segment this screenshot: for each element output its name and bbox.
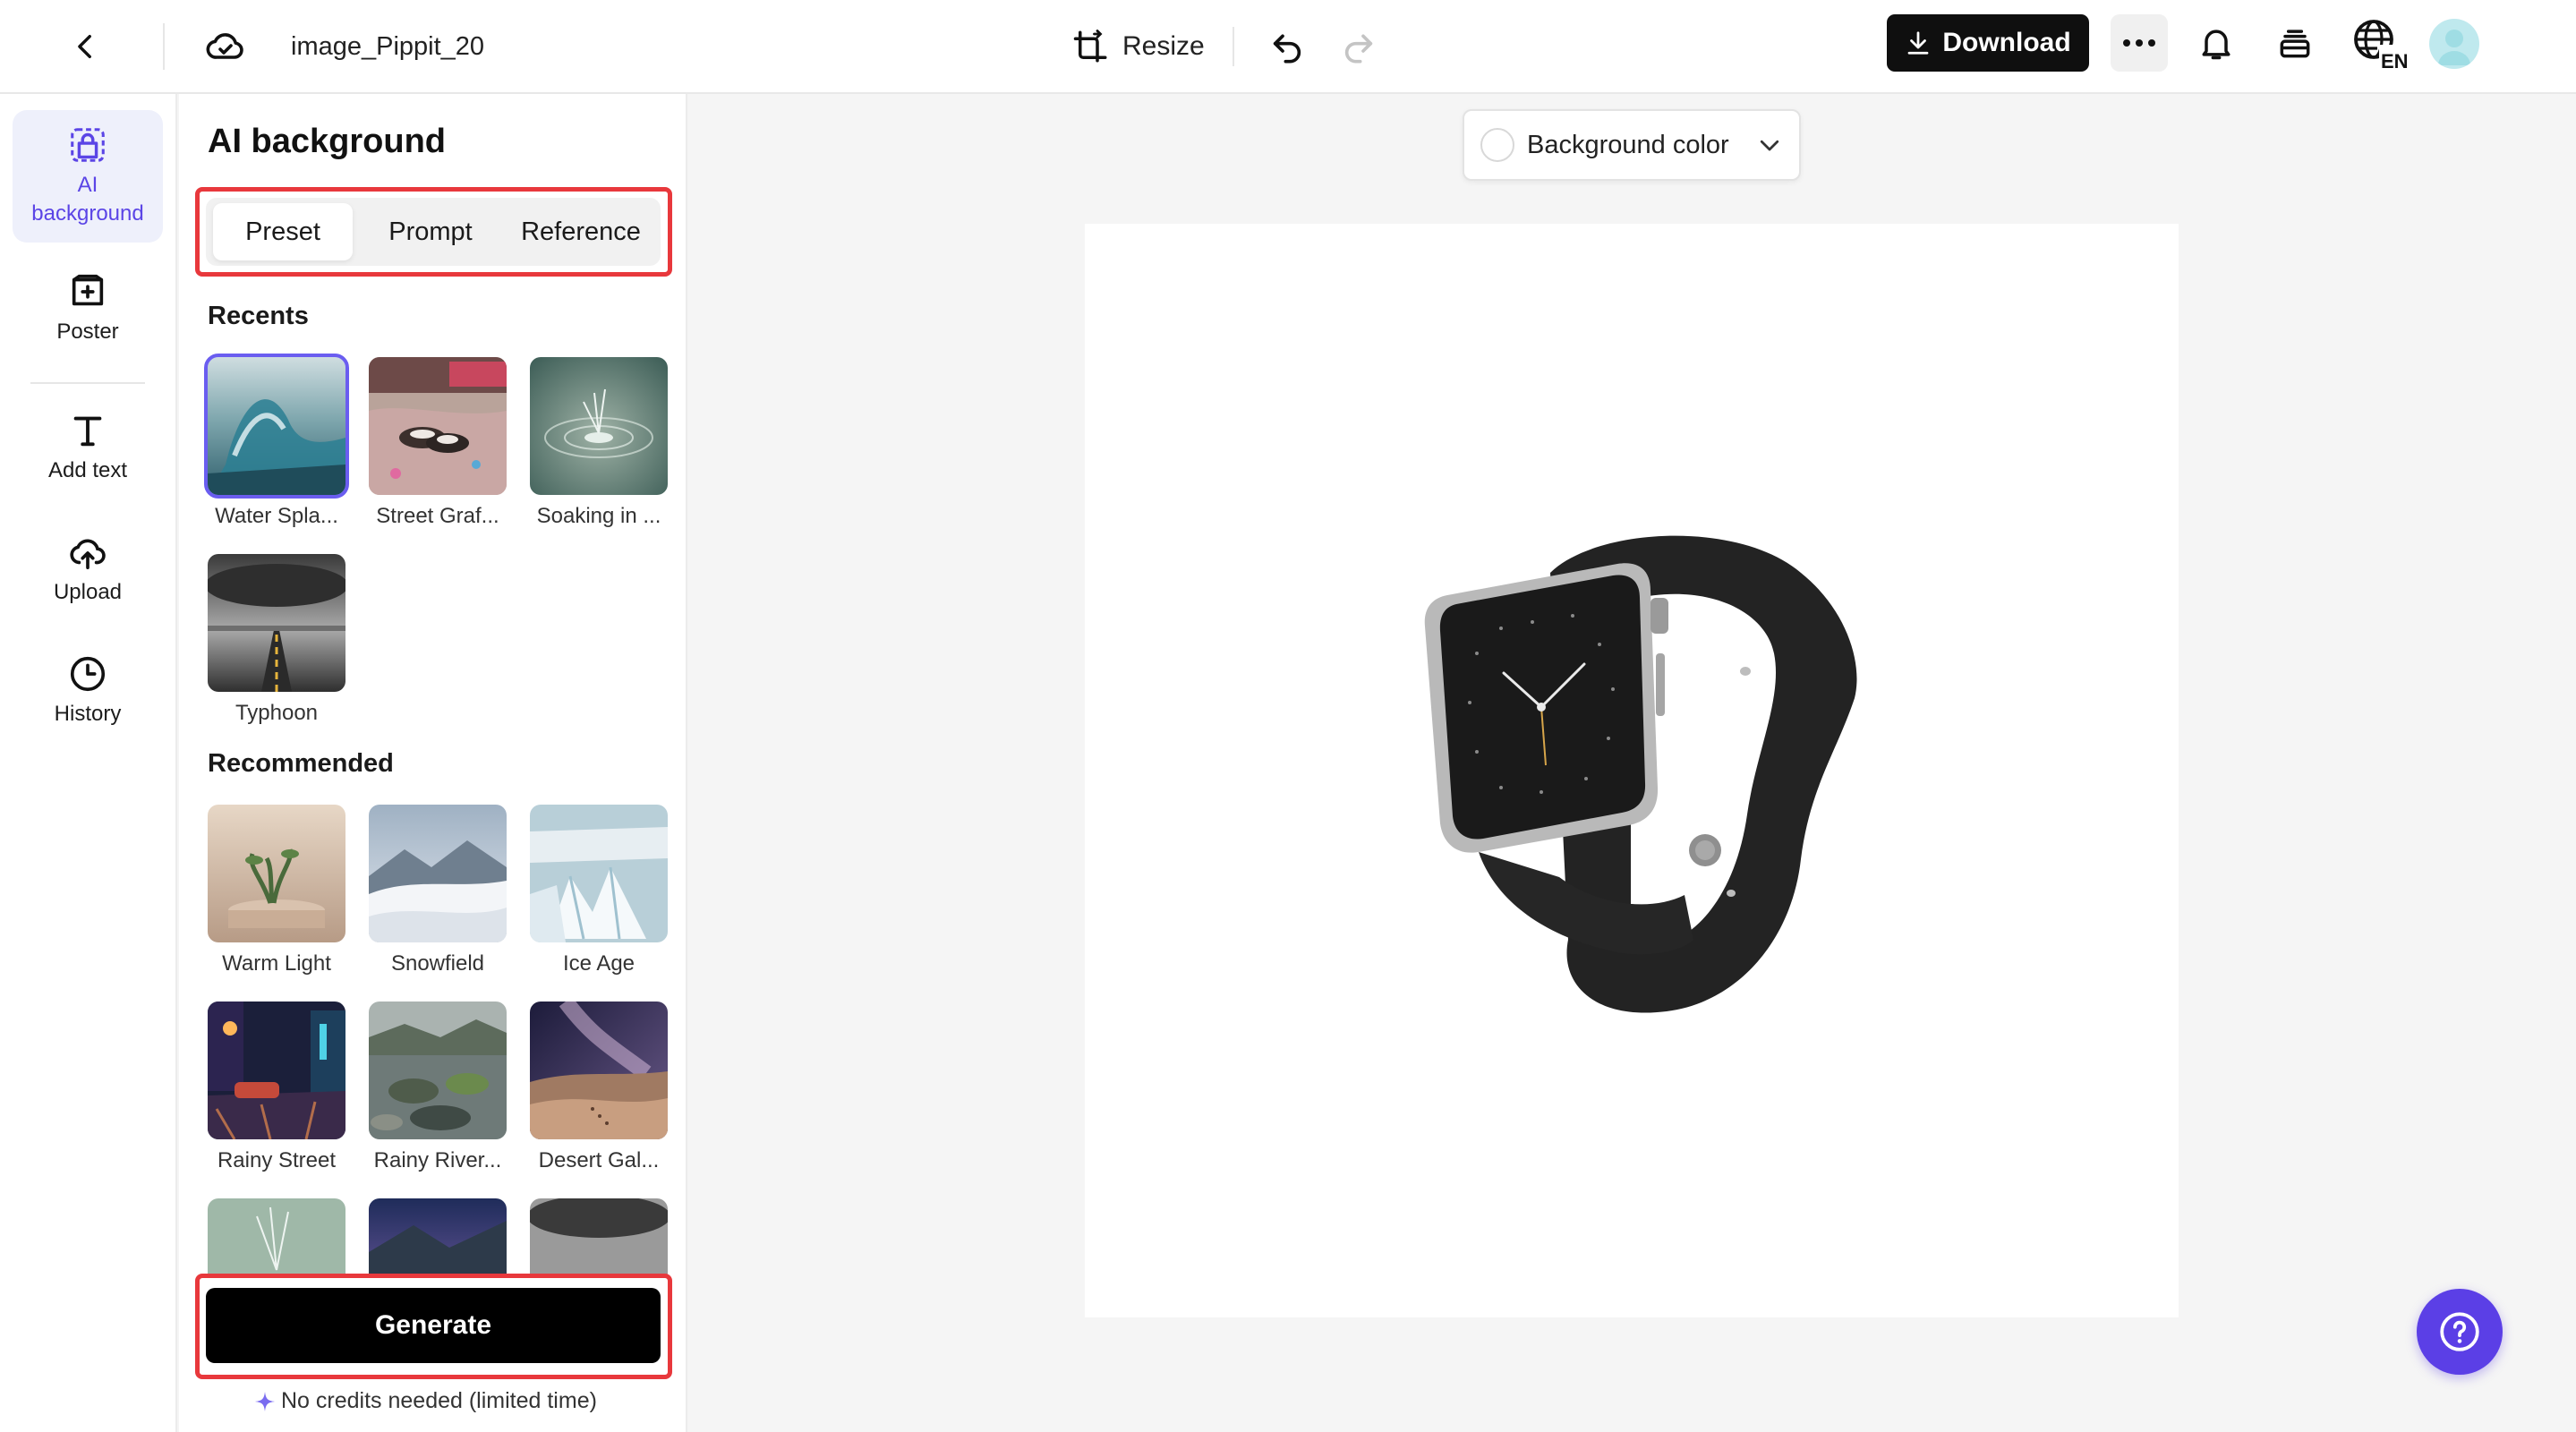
toolbar-divider [1233, 27, 1234, 66]
cloud-icon [206, 33, 243, 59]
thumbnail-caption: Water Spla... [215, 504, 338, 528]
language-code: EN [2381, 50, 2408, 70]
layers-button[interactable] [2268, 16, 2322, 70]
poster-icon [72, 274, 104, 306]
chevron-left-icon [78, 34, 91, 59]
stack-icon [2280, 30, 2310, 58]
download-icon [1907, 31, 1929, 55]
rail-item-poster[interactable]: Poster [13, 255, 163, 362]
preset-thumbnail[interactable]: Rainy River... [369, 1002, 507, 1173]
recommended-heading: Recommended [208, 749, 394, 778]
undo-icon [1273, 34, 1301, 64]
mode-tabs: Preset Prompt Reference [206, 198, 661, 266]
user-avatar-icon [2438, 30, 2470, 65]
bell-icon [2202, 30, 2231, 60]
street-graffiti-preview [369, 357, 507, 495]
resize-icon [1073, 30, 1107, 63]
ice-age-preview [530, 805, 668, 942]
download-button[interactable]: Download [1887, 14, 2089, 72]
recents-heading: Recents [208, 302, 309, 330]
water-splash-preview [204, 354, 349, 499]
snowfield-preview [369, 805, 507, 942]
undo-button[interactable] [1260, 20, 1314, 73]
rail-label-upload: Upload [53, 580, 123, 604]
typhoon-preview [208, 554, 345, 692]
top-bar: image_Pippit_20 Resize Download EN [0, 0, 2576, 94]
toolbar-divider [163, 23, 165, 70]
tab-preset[interactable]: Preset [213, 203, 353, 260]
preset-thumbnail[interactable]: Soaking in ... [530, 357, 668, 529]
chevron-down-icon [1760, 140, 1778, 151]
rainy-street-preview [208, 1002, 345, 1139]
preset-thumbnail[interactable]: Street Graf... [369, 357, 507, 529]
warm-light-preview [208, 805, 345, 942]
preset-thumbnail[interactable]: Rainy Street [208, 1002, 345, 1173]
resize-button[interactable]: Resize [1063, 20, 1214, 73]
sparkle-icon [255, 1391, 275, 1411]
thumbnail-caption: Desert Gal... [538, 1148, 660, 1172]
rail-item-ai-background[interactable]: AI background [13, 110, 163, 243]
panel-title: AI background [208, 123, 447, 160]
avatar[interactable] [2429, 19, 2479, 69]
rail-item-upload[interactable]: Upload [13, 520, 163, 618]
canvas-artboard[interactable] [1085, 224, 2179, 1317]
document-title[interactable]: image_Pippit_20 [291, 27, 484, 66]
thumbnail-caption: Rainy River... [373, 1148, 502, 1172]
thumbnail-caption: Street Graf... [376, 504, 499, 528]
background-color-dropdown[interactable]: Background color [1463, 109, 1801, 181]
credits-note: No credits needed (limited time) [254, 1388, 597, 1414]
rail-label-ai-background: AI background [31, 173, 144, 226]
thumbnail-caption: Warm Light [222, 951, 331, 976]
text-icon [73, 416, 102, 447]
thumbnail-caption: Ice Age [562, 951, 635, 976]
download-label: Download [1942, 28, 2071, 57]
preset-thumbnail[interactable]: Water Spla... [204, 354, 349, 529]
preset-thumbnail[interactable]: Desert Gal... [530, 1002, 668, 1173]
cloud-upload-icon [70, 539, 106, 570]
ai-background-icon [71, 128, 105, 162]
thumbnail-caption: Typhoon [235, 701, 319, 725]
more-options-button[interactable] [2111, 14, 2168, 72]
language-button[interactable]: EN [2345, 13, 2413, 73]
resize-label: Resize [1122, 31, 1205, 61]
generate-button[interactable]: Generate [206, 1288, 661, 1363]
credits-note-text: No credits needed (limited time) [281, 1388, 597, 1413]
thumbnail-caption: Soaking in ... [536, 504, 661, 528]
rail-label-add-text: Add text [47, 458, 128, 482]
redo-icon [1344, 34, 1373, 64]
preset-thumbnail[interactable]: Warm Light [208, 805, 345, 976]
thumbnail-caption: Snowfield [390, 951, 485, 976]
ai-background-panel: AI background Preset Prompt Reference Re… [179, 94, 687, 1432]
preset-thumbnail[interactable]: Ice Age [530, 805, 668, 976]
preset-thumbnail[interactable]: Typhoon [208, 554, 345, 726]
rail-label-poster: Poster [56, 320, 119, 344]
tab-reference[interactable]: Reference [507, 203, 655, 260]
globe-icon: EN [2354, 20, 2408, 70]
help-button[interactable] [2417, 1289, 2503, 1375]
preset-thumbnail[interactable]: Snowfield [369, 805, 507, 976]
ellipsis-icon [2123, 39, 2155, 47]
tool-rail: AI background Poster Add text Upload His… [0, 94, 177, 1432]
desert-galaxy-preview [530, 1002, 668, 1139]
color-swatch [1480, 128, 1514, 162]
redo-button[interactable] [1332, 20, 1386, 73]
smartwatch-product-image[interactable] [1416, 519, 1881, 1020]
rail-item-add-text[interactable]: Add text [13, 398, 163, 497]
soaking-preview [530, 357, 668, 495]
thumbnail-caption: Rainy Street [217, 1148, 337, 1172]
background-color-label: Background color [1527, 130, 1729, 159]
cloud-sync-button[interactable] [199, 20, 252, 73]
rail-divider [30, 382, 145, 384]
question-mark-icon [2440, 1312, 2479, 1351]
rail-label-history: History [54, 702, 122, 726]
tab-prompt[interactable]: Prompt [363, 203, 498, 260]
back-button[interactable] [59, 20, 113, 73]
rainy-river-preview [369, 1002, 507, 1139]
notifications-button[interactable] [2189, 16, 2243, 70]
rail-item-history[interactable]: History [13, 642, 163, 740]
clock-icon [70, 656, 106, 692]
